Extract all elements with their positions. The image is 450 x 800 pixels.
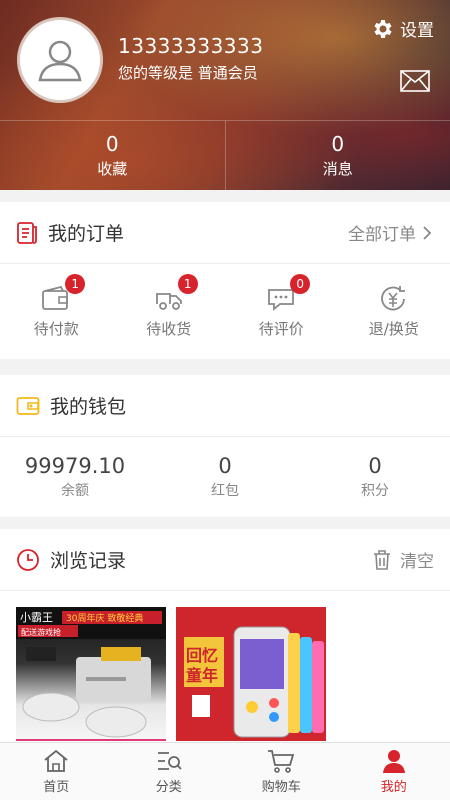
member-level: 您的等级是 普通会员	[118, 64, 258, 82]
settings-label: 设置	[400, 21, 434, 41]
clear-history-label: 清空	[400, 552, 434, 572]
wallet-title: 我的钱包	[50, 396, 127, 418]
history-products: 小霸王 30周年庆 致敬经典 配送游戏抢 回忆 童年	[0, 591, 450, 741]
handheld-game-image: 回忆 童年	[176, 607, 326, 741]
bottom-tab-bar: 首页 分类 购物车 我的	[0, 742, 450, 800]
tab-home-label: 首页	[43, 780, 70, 795]
messages-count: 0	[331, 132, 345, 156]
svg-text:小霸王: 小霸王	[20, 611, 53, 624]
history-section: 浏览记录 清空 小霸王 30周年庆 致敬经典 配送游戏抢 回忆 童年	[0, 529, 450, 742]
order-list-icon	[17, 221, 37, 244]
history-product-1[interactable]: 小霸王 30周年庆 致敬经典 配送游戏抢	[16, 607, 166, 741]
messages-label: 消息	[322, 160, 353, 178]
tab-mine-label: 我的	[380, 780, 407, 795]
svg-text:回忆: 回忆	[186, 646, 218, 665]
history-product-2[interactable]: 回忆 童年	[176, 607, 326, 741]
header-stats: 0 收藏 0 消息	[0, 120, 450, 190]
refund-item[interactable]: 退/换货	[338, 284, 450, 339]
profile-header: 13333333333 您的等级是 普通会员 设置 0 收藏 0 消息	[0, 0, 450, 190]
wallet-stats-row: 99979.10 余额 0 红包 0 积分	[0, 437, 450, 517]
favorites-stat[interactable]: 0 收藏	[0, 121, 225, 190]
red-packet-label: 红包	[211, 483, 239, 499]
pending-review-label: 待评价	[258, 320, 304, 338]
orders-header[interactable]: 我的订单 全部订单	[0, 202, 450, 264]
user-icon	[382, 750, 405, 773]
category-icon	[157, 752, 182, 770]
tab-home[interactable]: 首页	[0, 743, 113, 800]
tab-category-label: 分类	[155, 780, 182, 795]
tab-cart[interactable]: 购物车	[225, 743, 338, 800]
refund-icon	[380, 286, 405, 311]
history-title: 浏览记录	[50, 550, 127, 572]
pending-receipt-badge: 1	[177, 274, 198, 294]
refund-label: 退/换货	[368, 320, 419, 338]
points-value: 0	[368, 454, 382, 478]
all-orders-link[interactable]: 全部订单	[348, 220, 434, 245]
orders-section: 我的订单 全部订单 1 待付款 1 待收货 0 待评价 退/换货	[0, 202, 450, 359]
order-status-row: 1 待付款 1 待收货 0 待评价 退/换货	[0, 264, 450, 359]
tab-mine[interactable]: 我的	[338, 743, 450, 800]
user-avatar-icon	[38, 40, 82, 82]
tab-category[interactable]: 分类	[113, 743, 226, 800]
orders-title: 我的订单	[48, 223, 125, 245]
balance-label: 余额	[61, 483, 89, 499]
balance-value: 99979.10	[24, 454, 126, 478]
clock-icon	[17, 548, 39, 571]
svg-text:童年: 童年	[186, 666, 218, 685]
history-header: 浏览记录 清空	[0, 529, 450, 591]
balance-item[interactable]: 99979.10 余额	[0, 454, 150, 500]
phone-number: 13333333333	[118, 34, 264, 58]
svg-text:配送游戏抢: 配送游戏抢	[21, 627, 61, 637]
pending-receipt-label: 待收货	[146, 320, 192, 338]
pending-receipt-item[interactable]: 1 待收货	[113, 274, 226, 339]
red-packet-value: 0	[218, 454, 232, 478]
pending-payment-label: 待付款	[33, 320, 79, 338]
all-orders-label: 全部订单	[348, 225, 416, 245]
envelope-icon	[400, 70, 430, 92]
cart-icon	[268, 750, 295, 773]
wallet-section: 我的钱包 99979.10 余额 0 红包 0 积分	[0, 375, 450, 517]
clear-history-button[interactable]: 清空	[372, 547, 434, 572]
favorites-label: 收藏	[97, 160, 128, 178]
home-icon	[44, 749, 68, 772]
wallet-header[interactable]: 我的钱包	[0, 375, 450, 437]
red-packet-item[interactable]: 0 红包	[150, 454, 300, 500]
favorites-count: 0	[105, 132, 119, 156]
points-item[interactable]: 0 积分	[300, 454, 450, 500]
svg-text:30周年庆 致敬经典: 30周年庆 致敬经典	[66, 612, 143, 624]
chevron-right-icon	[423, 225, 432, 240]
wallet-card-icon	[16, 396, 40, 415]
pending-review-item[interactable]: 0 待评价	[225, 274, 338, 339]
trash-icon	[374, 549, 390, 570]
pending-review-badge: 0	[290, 274, 311, 294]
settings-button[interactable]: 设置	[370, 16, 434, 41]
points-label: 积分	[361, 483, 389, 499]
avatar[interactable]	[17, 17, 103, 103]
messages-stat[interactable]: 0 消息	[224, 121, 450, 190]
pending-payment-badge: 1	[65, 274, 86, 294]
mail-button[interactable]	[400, 70, 430, 96]
tab-cart-label: 购物车	[261, 780, 301, 795]
gear-icon	[374, 19, 392, 38]
pending-payment-item[interactable]: 1 待付款	[0, 274, 113, 339]
game-console-image: 小霸王 30周年庆 致敬经典 配送游戏抢	[16, 607, 166, 741]
